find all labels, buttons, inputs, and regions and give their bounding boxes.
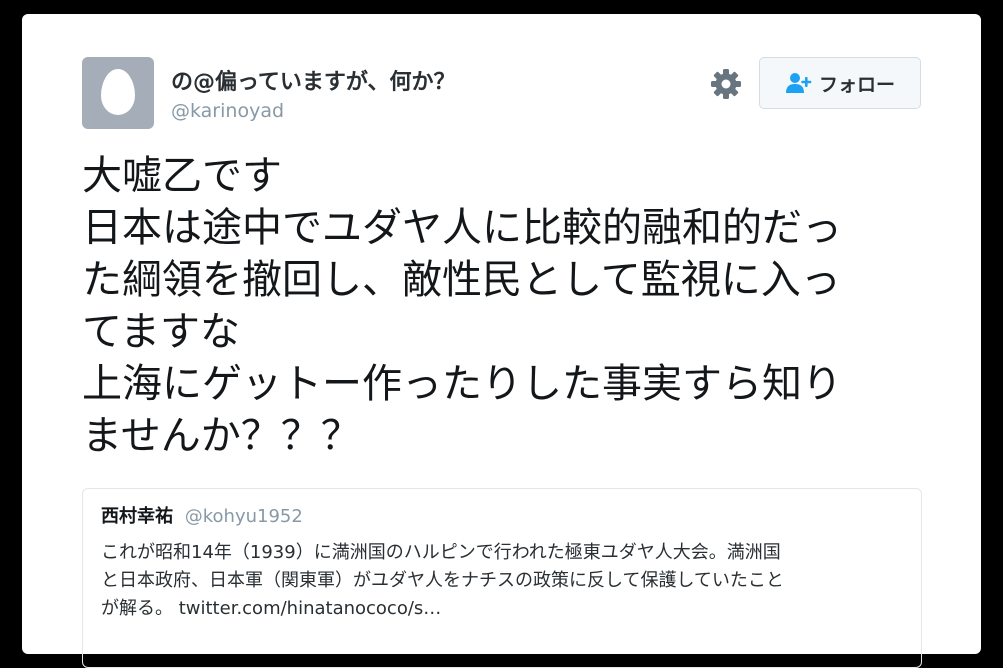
quoted-tweet-text-line: と日本政府、日本軍（関東軍）がユダヤ人をナチスの政策に反して保護していたこと <box>101 570 784 591</box>
quoted-tweet-author-handle: @kohyu1952 <box>184 506 303 527</box>
tweet-card: の@偏っていますが、何か？ @karinoyad フォロー 大嘘乙です 日本は途… <box>22 14 981 668</box>
tweet-text: 大嘘乙です 日本は途中でユダヤ人に比較的融和的だっ た綱領を撤回し、敵性民として… <box>82 150 922 462</box>
quoted-tweet-text-line: これが昭和14年（1939）に満洲国のハルピンで行われた極東ユダヤ人大会。満洲国 <box>101 542 781 563</box>
quoted-tweet-header: 西村幸祐 @kohyu1952 <box>101 505 903 529</box>
quoted-tweet-author-name: 西村幸祐 <box>101 506 173 527</box>
quoted-tweet-text: これが昭和14年（1939）に満洲国のハルピンで行われた極東ユダヤ人大会。満洲国… <box>101 539 903 623</box>
tweet-text-line: 大嘘乙です <box>82 153 282 199</box>
quoted-tweet-text-line: が解る。 twitter.com/hinatanococo/s… <box>101 598 442 619</box>
tweet-text-line: 上海にゲットー作ったりした事実すら知り <box>82 361 842 407</box>
tweet-text-line: 日本は途中でユダヤ人に比較的融和的だっ <box>82 205 842 251</box>
egg-avatar-icon <box>101 69 135 115</box>
tweet-text-line: ませんか？？？ <box>82 413 361 459</box>
tweet-text-line: た綱領を撤回し、敵性民として監視に入っ <box>82 257 841 303</box>
user-display-name[interactable]: の@偏っていますが、何か？ <box>171 64 455 96</box>
avatar[interactable] <box>82 57 154 129</box>
tweet-text-line: てますな <box>82 309 240 355</box>
follow-label: フォロー <box>818 73 895 96</box>
follow-button[interactable]: フォロー <box>759 57 921 109</box>
user-handle[interactable]: @karinoyad <box>171 100 284 122</box>
quoted-tweet[interactable]: 西村幸祐 @kohyu1952 これが昭和14年（1939）に満洲国のハルピンで… <box>82 488 922 668</box>
add-user-icon <box>785 73 812 93</box>
gear-icon[interactable] <box>710 68 742 100</box>
